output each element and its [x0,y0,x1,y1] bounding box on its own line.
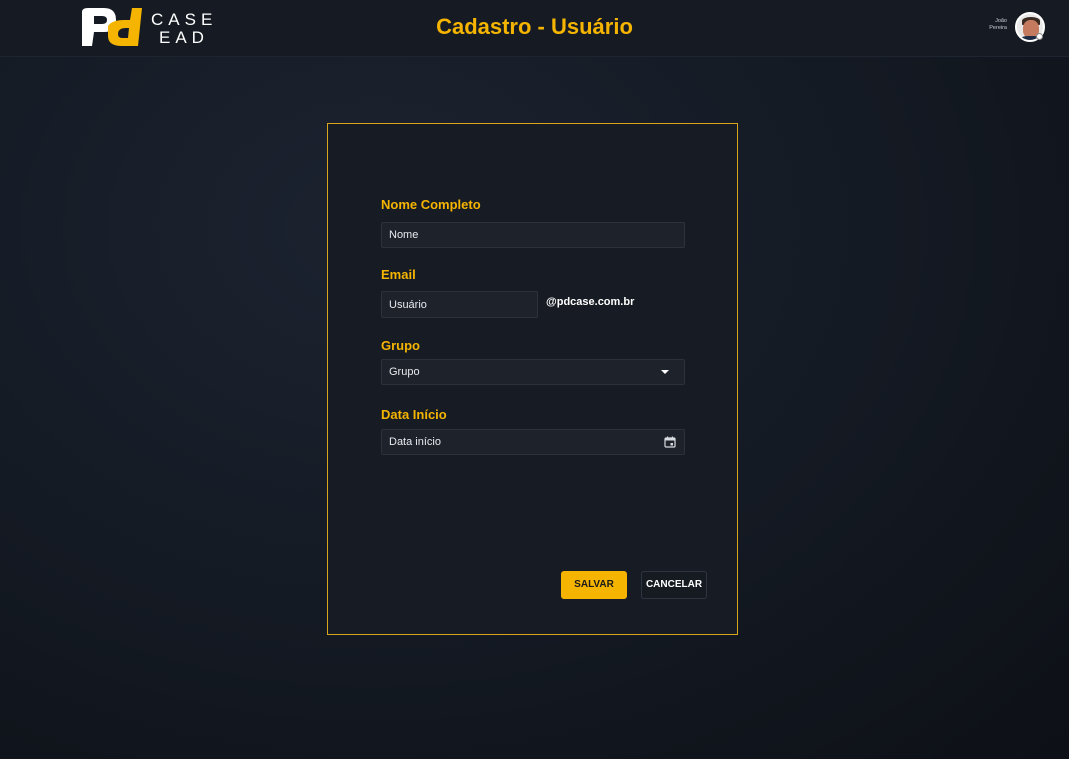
name-input[interactable]: Nome [381,222,685,248]
top-bar: CASE EAD Cadastro - Usuário João Pereira [0,0,1069,57]
user-form-card: Nome Completo Nome Email Usuário @pdcase… [327,123,738,635]
name-label: Nome Completo [381,197,481,212]
user-last-name: Pereira [989,25,1007,31]
start-date-input[interactable]: Data início [381,429,685,455]
group-select-value: Grupo [389,366,420,378]
email-label: Email [381,267,416,282]
user-name: João Pereira [967,18,1007,32]
start-date-placeholder: Data início [389,436,441,448]
save-button[interactable]: SALVAR [561,571,627,599]
calendar-icon[interactable] [664,436,676,448]
email-input[interactable]: Usuário [381,291,538,318]
status-badge [1036,33,1043,40]
start-date-label: Data Início [381,407,447,422]
group-select[interactable]: Grupo [381,359,685,385]
user-first-name: João [995,18,1007,24]
chevron-down-icon[interactable] [661,370,669,374]
group-label: Grupo [381,338,420,353]
cancel-button[interactable]: CANCELAR [641,571,707,599]
email-domain-suffix: @pdcase.com.br [546,296,635,308]
page-title: Cadastro - Usuário [436,14,633,39]
